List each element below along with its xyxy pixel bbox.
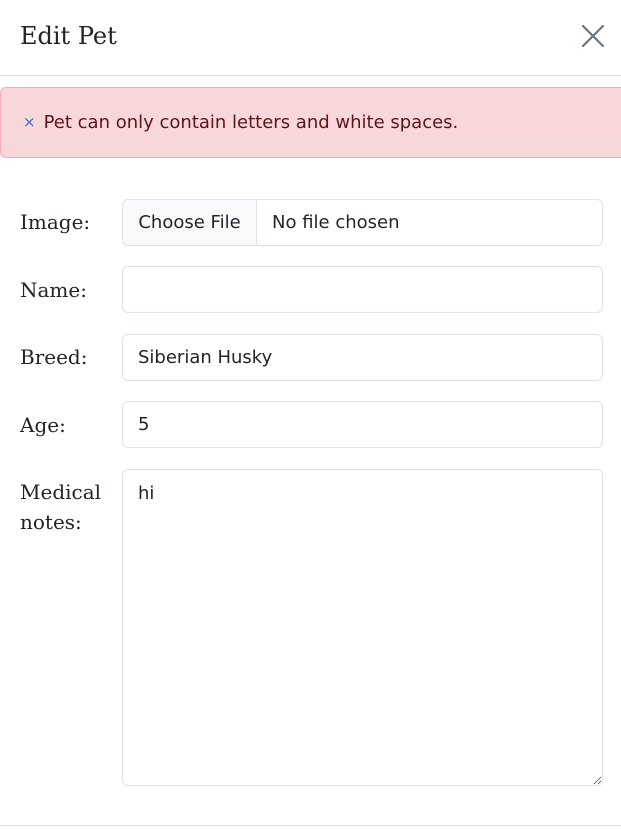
edit-pet-modal: Edit Pet × Pet can only contain letters … [0, 0, 621, 830]
close-icon [581, 24, 605, 48]
close-button[interactable] [581, 24, 605, 48]
image-file-input[interactable]: Choose File No file chosen [122, 199, 603, 246]
file-status-text: No file chosen [272, 212, 400, 233]
breed-input[interactable] [122, 334, 603, 381]
modal-header: Edit Pet [0, 0, 621, 76]
name-input[interactable] [122, 266, 603, 313]
medical-notes-textarea[interactable]: hi [122, 469, 603, 786]
alert-message: Pet can only contain letters and white s… [43, 112, 459, 133]
name-label: Name: [20, 278, 87, 302]
modal-title: Edit Pet [20, 22, 117, 50]
alert-close-icon[interactable]: × [23, 115, 36, 130]
choose-file-button[interactable]: Choose File [123, 200, 257, 245]
image-label: Image: [20, 210, 91, 234]
breed-label: Breed: [20, 345, 88, 369]
age-label: Age: [20, 413, 66, 437]
medical-notes-label-line2: notes: [20, 510, 82, 534]
footer-divider [0, 825, 621, 826]
error-alert: × Pet can only contain letters and white… [0, 87, 621, 158]
medical-notes-label-line1: Medical [20, 480, 102, 504]
age-input[interactable] [122, 401, 603, 448]
medical-notes-label: Medical notes: [20, 477, 101, 537]
